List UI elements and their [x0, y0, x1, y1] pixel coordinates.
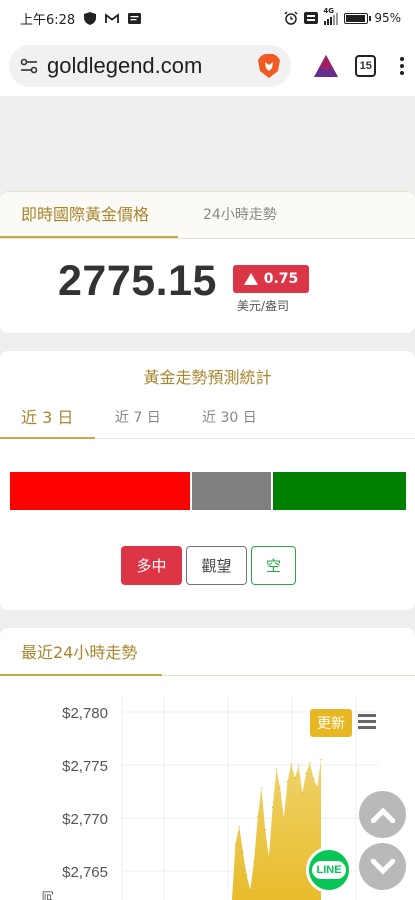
gmail-icon [105, 11, 120, 25]
scroll-down-button[interactable] [359, 843, 406, 890]
chart-data-point [279, 786, 281, 788]
vote-watch-button[interactable]: 觀望 [186, 546, 247, 585]
browser-toolbar: goldlegend.com 15 [0, 36, 415, 96]
chart-data-point [301, 791, 303, 794]
chart-data-point [257, 816, 259, 818]
chart-y-tick-label: $2,770 [62, 811, 108, 828]
chart-data-point [320, 759, 322, 761]
chart-data-point [249, 889, 251, 891]
up-arrow-icon [243, 273, 258, 285]
status-bar: 上午6:28 4G 95% [0, 0, 415, 36]
chart-data-point [283, 817, 285, 819]
gold-24h-chart: $2,780 $2,775 $2,770 $2,765/盎司 [41, 696, 378, 900]
scroll-up-button[interactable] [359, 791, 406, 838]
chart-data-point [316, 786, 318, 788]
battery-percent: 95% [374, 11, 401, 25]
address-bar[interactable]: goldlegend.com [9, 45, 292, 87]
chart-data-point [312, 778, 315, 780]
brave-shield-icon[interactable] [257, 53, 281, 79]
alarm-icon [284, 11, 298, 25]
chart-data-point [305, 772, 307, 775]
network-type: 4G [323, 7, 334, 15]
url-text[interactable]: goldlegend.com [47, 53, 253, 79]
distribution-segment-neutral [192, 472, 271, 510]
refresh-button[interactable]: 更新 [310, 709, 352, 737]
shield-icon [83, 11, 97, 25]
distribution-segment-bear [272, 472, 406, 510]
scroll-up-icon [370, 806, 395, 823]
scroll-down-icon [370, 858, 395, 875]
price-change-value: 0.75 [263, 271, 299, 287]
brave-rewards-icon[interactable] [313, 54, 339, 78]
vote-buttons: 多中 觀望 空 [121, 546, 296, 585]
tab-realtime-price[interactable]: 即時國際黃金價格 [0, 190, 178, 238]
tab-24h-trend[interactable]: 24小時走勢 [178, 190, 277, 238]
period-tabs: 近 3 日 近 7 日 近 30 日 [0, 395, 415, 439]
chart-data-point [264, 829, 266, 831]
trend-chart-card: 最近24小時走勢 $2,780 $2,775 $2,770 $2,765/盎司 [0, 628, 415, 900]
tabs-icon[interactable]: 15 [355, 55, 377, 77]
chart-data-point [272, 806, 274, 808]
chart-data-point [260, 787, 263, 789]
status-time: 上午6:28 [20, 12, 76, 28]
price-change-badge: 0.75 [233, 265, 309, 293]
tab-7-days[interactable]: 近 7 日 [115, 395, 161, 439]
chart-data-point [290, 763, 292, 765]
line-icon: LINE [312, 861, 346, 879]
price-tabs: 即時國際黃金價格 24小時走勢 [0, 191, 415, 239]
message-icon [127, 11, 141, 25]
chart-data-point [309, 762, 311, 764]
menu-icon[interactable] [399, 57, 405, 75]
chart-menu-icon[interactable] [358, 714, 376, 729]
tab-3-days[interactable]: 近 3 日 [0, 395, 95, 439]
chart-y-tick-label: $2,775 [62, 758, 108, 775]
chart-card-header: 最近24小時走勢 [0, 628, 415, 676]
site-settings-icon[interactable] [19, 56, 39, 76]
gold-price: 2775.15 [58, 257, 217, 305]
chart-data-point [242, 851, 244, 853]
chart-data-point [298, 765, 300, 767]
chart-data-point [246, 874, 248, 876]
chart-data-point [286, 781, 289, 783]
chart-y-axis-label: /盎司 [41, 890, 55, 900]
tab-30-days[interactable]: 近 30 日 [202, 395, 257, 439]
chart-data-point [294, 777, 296, 779]
chart-data-point [238, 825, 240, 828]
tab-24h-recent[interactable]: 最近24小時走勢 [0, 628, 162, 676]
gold-price-card: 即時國際黃金價格 24小時走勢 2775.15 0.75 美元/盎司 [0, 191, 415, 333]
chart-data-point [268, 856, 270, 858]
forecast-distribution-bar [10, 472, 406, 510]
forecast-card: 黃金走勢預測統計 近 3 日 近 7 日 近 30 日 多中 觀望 空 [0, 351, 415, 610]
chart-data-point [234, 843, 237, 846]
chart-data-point [275, 768, 277, 770]
forecast-title: 黃金走勢預測統計 [143, 368, 272, 387]
chart-y-tick-label: $2,765 [62, 864, 108, 881]
chart-data-point [253, 860, 255, 863]
chart-y-tick-label: $2,780 [62, 705, 108, 722]
volte-icon [304, 11, 319, 25]
price-unit: 美元/盎司 [237, 299, 290, 313]
signal-icon: 4G [323, 7, 339, 25]
battery-icon [344, 12, 372, 24]
vote-bear-button[interactable]: 空 [251, 546, 296, 585]
distribution-segment-bull [10, 472, 191, 510]
vote-bull-button[interactable]: 多中 [121, 546, 182, 585]
line-chat-button[interactable]: LINE [306, 847, 352, 893]
